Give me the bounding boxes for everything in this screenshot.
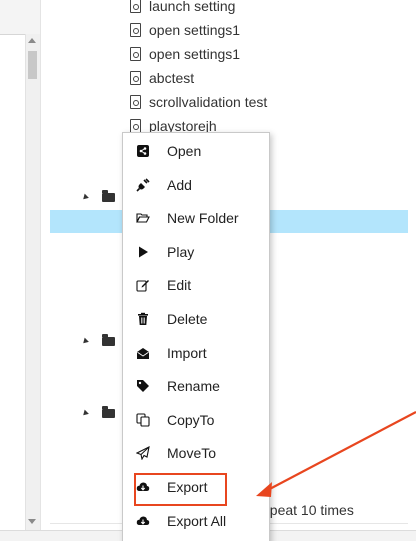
tree-item-label: open settings1 — [149, 22, 241, 38]
menu-item-moveto[interactable]: MoveTo — [123, 438, 269, 468]
paper-plane-icon — [136, 446, 150, 460]
folder-icon — [102, 189, 115, 202]
tree-item[interactable]: launch setting — [130, 0, 235, 17]
file-code-icon — [130, 47, 141, 61]
play-icon — [136, 245, 150, 259]
menu-item-label: New Folder — [167, 210, 239, 226]
menu-item-label: Edit — [167, 277, 192, 293]
export-highlight-box — [134, 473, 227, 506]
menu-item-delete[interactable]: Delete — [123, 304, 269, 334]
left-panel-divider — [0, 34, 25, 35]
trash-icon — [136, 312, 150, 326]
menu-item-import[interactable]: Import — [123, 338, 269, 368]
left-top-strip — [0, 0, 40, 34]
menu-item-rename[interactable]: Rename — [123, 371, 269, 401]
menu-item-label: Play — [167, 244, 195, 260]
menu-item-label: Delete — [167, 311, 208, 327]
menu-item-label: MoveTo — [167, 445, 217, 461]
tree-folder-row[interactable] — [81, 333, 115, 348]
vertical-scrollbar[interactable] — [25, 34, 41, 530]
tree-item-label: open settings1 — [149, 46, 241, 62]
folder-icon — [102, 333, 115, 346]
menu-item-play[interactable]: Play — [123, 237, 269, 267]
tree-item-label[interactable]: epeat 10 times — [262, 502, 354, 518]
file-code-icon — [130, 119, 141, 133]
menu-item-label: Export All — [167, 513, 227, 529]
screen: launch setting open settings1 open setti… — [0, 0, 416, 541]
scroll-up-arrow-icon[interactable] — [28, 38, 36, 43]
scroll-down-arrow-icon[interactable] — [28, 519, 36, 524]
menu-item-new-folder[interactable]: New Folder — [123, 203, 269, 233]
menu-item-open[interactable]: Open — [123, 136, 269, 166]
menu-item-label: Add — [167, 177, 192, 193]
tree-item-label: scrollvalidation test — [149, 94, 268, 110]
tag-icon — [136, 379, 150, 393]
file-code-icon — [130, 0, 141, 13]
tree-item-label: launch setting — [149, 0, 236, 14]
copy-icon — [136, 413, 150, 427]
tree-item[interactable]: scrollvalidation test — [130, 91, 267, 113]
menu-item-label: Rename — [167, 378, 220, 394]
folder-icon — [102, 405, 115, 418]
plug-icon — [136, 178, 150, 192]
caret-down-icon[interactable] — [81, 193, 89, 201]
menu-item-copyto[interactable]: CopyTo — [123, 405, 269, 435]
scroll-thumb[interactable] — [28, 51, 37, 79]
tree-item[interactable]: open settings1 — [130, 19, 240, 41]
panel-divider — [40, 0, 41, 530]
folder-open-icon — [136, 211, 150, 225]
caret-down-icon[interactable] — [81, 337, 89, 345]
envelope-open-icon — [136, 346, 150, 360]
menu-item-edit[interactable]: Edit — [123, 270, 269, 300]
share-icon — [136, 144, 150, 158]
tree-folder-row[interactable] — [81, 189, 115, 204]
menu-item-label: Import — [167, 345, 207, 361]
tree-item[interactable]: open settings1 — [130, 43, 240, 65]
menu-item-export-all[interactable]: Export All — [123, 506, 269, 536]
tree-folder-row[interactable] — [81, 405, 115, 420]
caret-down-icon[interactable] — [81, 409, 89, 417]
file-code-icon — [130, 95, 141, 109]
file-code-icon — [130, 71, 141, 85]
menu-item-label: Open — [167, 143, 202, 159]
cloud-download-icon — [136, 514, 150, 528]
menu-item-add[interactable]: Add — [123, 170, 269, 200]
tree-item-label: abctest — [149, 70, 195, 86]
file-code-icon — [130, 23, 141, 37]
tree-item[interactable]: abctest — [130, 67, 194, 89]
edit-icon — [136, 278, 150, 292]
menu-item-label: CopyTo — [167, 412, 215, 428]
